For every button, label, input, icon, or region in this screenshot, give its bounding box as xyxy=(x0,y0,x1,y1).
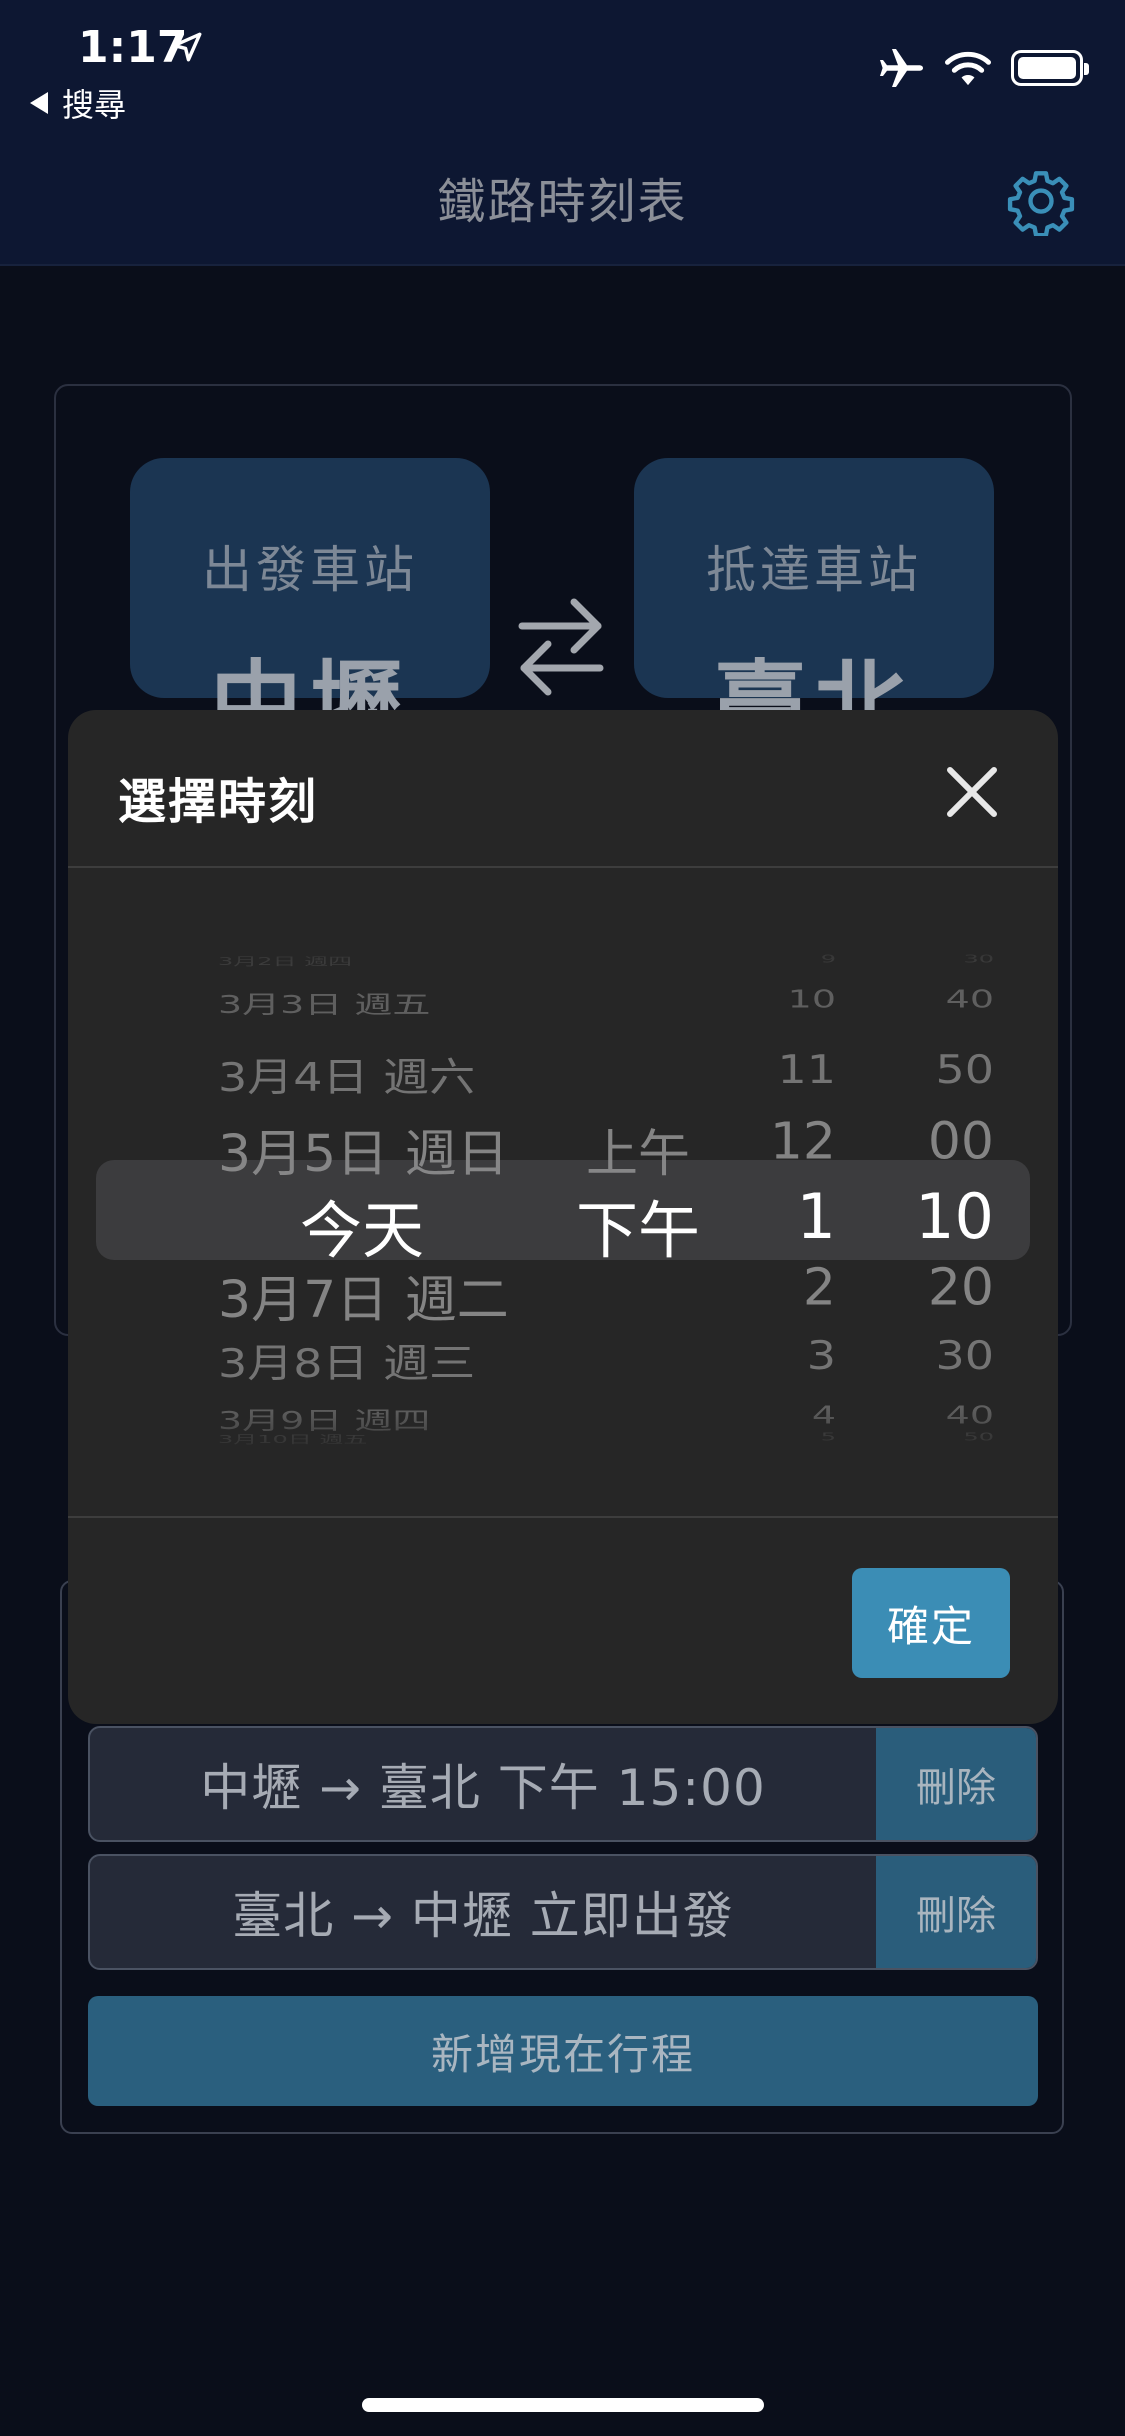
picker-row[interactable]: 3月7日 週二 2 20 xyxy=(68,1259,1058,1330)
picker-minute: 50 xyxy=(935,1046,994,1093)
delete-trip-button[interactable]: 刪除 xyxy=(876,1856,1036,1968)
arrival-station-label: 抵達車站 xyxy=(706,541,922,599)
status-icons xyxy=(877,48,1089,88)
dialog-title: 選擇時刻 xyxy=(118,774,319,830)
picker-date: 3月3日 週五 xyxy=(218,990,431,1020)
divider xyxy=(68,1516,1058,1518)
airplane-icon xyxy=(880,49,923,87)
picker-hour: 3 xyxy=(806,1332,836,1379)
confirm-button[interactable]: 確定 xyxy=(852,1568,1010,1678)
picker-row[interactable]: 3月3日 週五 10 40 xyxy=(68,984,1058,1019)
divider xyxy=(68,866,1058,868)
wifi-icon xyxy=(945,51,991,86)
swap-stations-icon[interactable] xyxy=(516,590,606,700)
delete-trip-button[interactable]: 刪除 xyxy=(876,1728,1036,1840)
picker-hour: 11 xyxy=(777,1046,836,1093)
trip-text: 中壢 → 臺北 下午 15:00 xyxy=(200,1759,766,1817)
picker-date: 3月4日 週六 xyxy=(218,1053,476,1101)
back-arrow-icon xyxy=(30,92,48,114)
picker-hour: 2 xyxy=(802,1259,836,1318)
picker-date: 今天 xyxy=(300,1194,425,1267)
picker-row[interactable]: 3月8日 週三 3 30 xyxy=(68,1332,1058,1386)
navigation-bar: 1:17 搜尋 鐵路時刻表 xyxy=(0,0,1125,266)
time-picker-dialog: 選擇時刻 3月2日 週四9303月3日 週五10403月4日 週六11503月5… xyxy=(68,710,1058,1724)
picker-date: 3月5日 週日 xyxy=(218,1125,509,1184)
trip-row[interactable]: 中壢 → 臺北 下午 15:00 刪除 xyxy=(88,1726,1038,1842)
location-arrow-icon xyxy=(172,32,202,62)
date-time-wheel-picker[interactable]: 3月2日 週四9303月3日 週五10403月4日 週六11503月5日 週日上… xyxy=(68,928,1058,1468)
picker-date: 3月7日 週二 xyxy=(218,1271,509,1330)
picker-ampm: 上午 xyxy=(586,1125,691,1184)
picker-minute: 10 xyxy=(915,1180,994,1253)
picker-ampm: 下午 xyxy=(576,1194,701,1267)
picker-minute: 40 xyxy=(945,984,994,1014)
departure-station-label: 出發車站 xyxy=(202,541,418,599)
close-icon[interactable] xyxy=(944,764,1000,820)
back-to-search-link[interactable]: 搜尋 xyxy=(30,80,126,126)
picker-minute: 00 xyxy=(927,1113,994,1172)
picker-row-selected[interactable]: 今天 下午 1 10 xyxy=(68,1180,1058,1267)
gear-icon[interactable] xyxy=(1006,166,1076,236)
battery-icon xyxy=(1011,50,1089,86)
picker-minute: 20 xyxy=(927,1259,994,1318)
trip-text: 臺北 → 中壢 立即出發 xyxy=(232,1887,734,1945)
back-link-label: 搜尋 xyxy=(62,86,127,124)
picker-hour: 12 xyxy=(769,1113,836,1172)
picker-row[interactable]: 3月5日 週日 上午 12 00 xyxy=(68,1113,1058,1184)
arrival-station-button[interactable]: 抵達車站 臺北 xyxy=(634,458,994,758)
picker-hour: 10 xyxy=(787,984,836,1014)
page-title: 鐵路時刻表 xyxy=(437,174,688,230)
picker-row[interactable]: 3月4日 週六 11 50 xyxy=(68,1046,1058,1100)
add-current-trip-button[interactable]: 新增現在行程 xyxy=(88,1996,1038,2106)
picker-minute: 30 xyxy=(935,1332,994,1379)
picker-hour: 1 xyxy=(796,1180,836,1253)
departure-station-button[interactable]: 出發車站 中壢 xyxy=(130,458,490,758)
picker-date: 3月8日 週三 xyxy=(218,1339,476,1387)
home-indicator xyxy=(362,2398,764,2412)
trip-row[interactable]: 臺北 → 中壢 立即出發 刪除 xyxy=(88,1854,1038,1970)
